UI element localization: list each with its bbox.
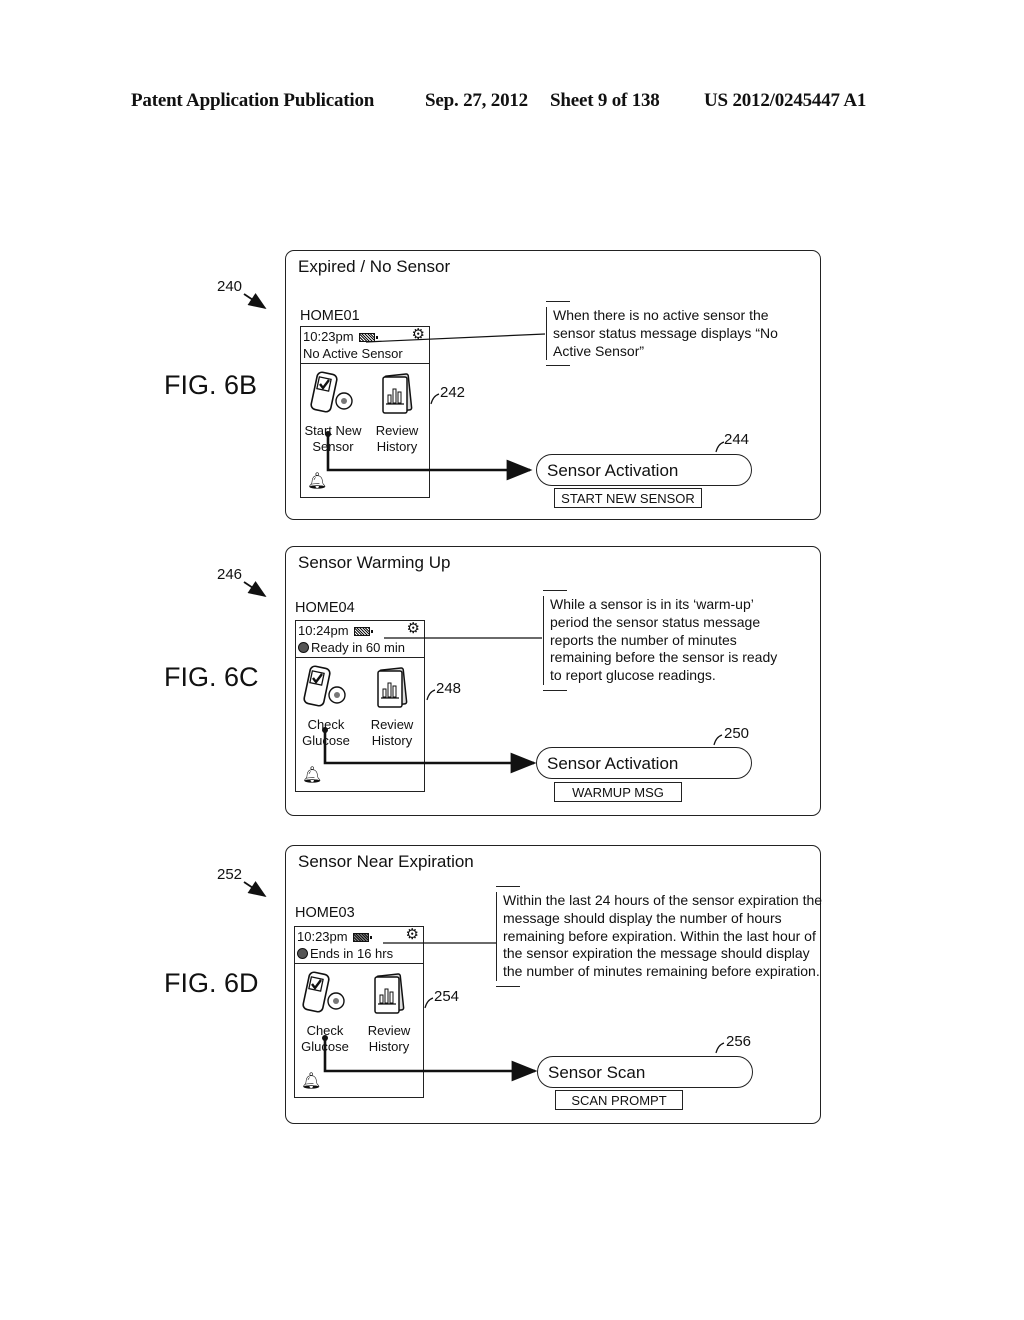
gear-icon[interactable]: ⚙: [407, 621, 420, 637]
scan-prompt-tag: SCAN PROMPT: [555, 1090, 683, 1110]
app-label: Check Glucose: [301, 1023, 349, 1054]
status-time: 10:24pm: [298, 623, 349, 638]
meter-icon: [300, 971, 350, 1019]
sensor-icon: [297, 948, 308, 959]
status-time: 10:23pm: [303, 329, 354, 344]
sensor-activation-state: Sensor Activation: [536, 454, 752, 486]
battery-icon: [359, 333, 378, 342]
ref-256: 256: [726, 1033, 752, 1050]
status-message: Ends in 16 hrs: [310, 946, 394, 961]
battery-icon: [353, 933, 372, 942]
device-screen-home01: 10:23pm ⚙ No Active Sensor Start New Sen…: [300, 326, 430, 498]
app-label: Review History: [370, 717, 414, 748]
app-review-history[interactable]: Review History: [367, 371, 427, 455]
panel-expired-no-sensor: Expired / No Sensor HOME01 10:23pm ⚙ No …: [285, 250, 821, 520]
ref-254: 254: [434, 988, 460, 1005]
ref-arrow-246: [243, 581, 267, 597]
panel-title: Expired / No Sensor: [298, 257, 451, 276]
app-review-history[interactable]: Review History: [359, 971, 419, 1055]
app-label: Check Glucose: [302, 717, 350, 748]
ref-246: 246: [217, 566, 243, 583]
panel-title: Sensor Warming Up: [298, 553, 451, 572]
device-screen-home03: 10:23pm ⚙ Ends in 16 hrs Check Glucose R…: [294, 926, 424, 1098]
status-message: No Active Sensor: [303, 346, 403, 361]
app-label: Review History: [375, 423, 419, 454]
warmup-msg-tag: WARMUP MSG: [554, 782, 682, 802]
publication-label: Patent Application Publication: [131, 90, 375, 111]
sensor-icon: [298, 642, 309, 653]
panel-title: Sensor Near Expiration: [298, 852, 474, 871]
sensor-activation-state: Sensor Activation: [536, 747, 752, 779]
bell-icon[interactable]: 🔔︎: [302, 765, 322, 785]
history-book-icon: [372, 371, 422, 419]
start-new-sensor-tag: START NEW SENSOR: [554, 488, 702, 508]
publication-date: Sep. 27, 2012: [425, 90, 528, 111]
ref-250: 250: [724, 725, 750, 742]
ref-242: 242: [440, 384, 466, 401]
ref-252: 252: [217, 866, 243, 883]
ref-244: 244: [724, 431, 750, 448]
callout-text: While a sensor is in its ‘warm-up’ perio…: [543, 590, 790, 691]
sheet-number: Sheet 9 of 138: [550, 90, 660, 111]
device-screen-home04: 10:24pm ⚙ Ready in 60 min Check Glucose …: [295, 620, 425, 792]
app-review-history[interactable]: Review History: [362, 665, 422, 749]
status-time: 10:23pm: [297, 929, 348, 944]
screen-id: HOME03: [295, 905, 355, 921]
callout-text: When there is no active sensor the senso…: [546, 300, 783, 367]
panel-sensor-near-expiration: Sensor Near Expiration HOME03 10:23pm ⚙ …: [285, 845, 823, 1124]
meter-icon: [301, 665, 351, 713]
history-book-icon: [367, 665, 417, 713]
gear-icon[interactable]: ⚙: [406, 927, 419, 943]
gear-icon[interactable]: ⚙: [412, 327, 425, 343]
sensor-scan-state: Sensor Scan: [537, 1056, 753, 1088]
meter-icon: [308, 371, 358, 419]
battery-icon: [354, 627, 373, 636]
app-label: Review History: [367, 1023, 411, 1054]
screen-id: HOME01: [300, 308, 360, 324]
app-label: Start New Sensor: [304, 423, 362, 454]
ref-arrow-240: [243, 293, 267, 309]
status-bar: 10:23pm ⚙ No Active Sensor: [301, 327, 429, 364]
screen-id: HOME04: [295, 600, 355, 616]
fig-label-6c: FIG. 6C: [164, 662, 259, 692]
app-check-glucose[interactable]: Check Glucose: [295, 971, 355, 1055]
app-check-glucose[interactable]: Check Glucose: [296, 665, 356, 749]
callout-text: Within the last 24 hours of the sensor e…: [496, 886, 823, 987]
app-start-new-sensor[interactable]: Start New Sensor: [303, 371, 363, 455]
patent-number: US 2012/0245447 A1: [704, 90, 867, 111]
status-message: Ready in 60 min: [311, 640, 405, 655]
history-book-icon: [364, 971, 414, 1019]
status-bar: 10:24pm ⚙ Ready in 60 min: [296, 621, 424, 658]
panel-sensor-warming-up: Sensor Warming Up HOME04 10:24pm ⚙ Ready…: [285, 546, 821, 816]
bell-icon[interactable]: 🔔︎: [307, 471, 327, 491]
ref-240: 240: [217, 278, 243, 295]
ref-arrow-252: [243, 881, 267, 897]
status-bar: 10:23pm ⚙ Ends in 16 hrs: [295, 927, 423, 964]
ref-248: 248: [436, 680, 462, 697]
bell-icon[interactable]: 🔔︎: [301, 1071, 321, 1091]
fig-label-6b: FIG. 6B: [164, 370, 258, 400]
fig-label-6d: FIG. 6D: [164, 968, 259, 998]
